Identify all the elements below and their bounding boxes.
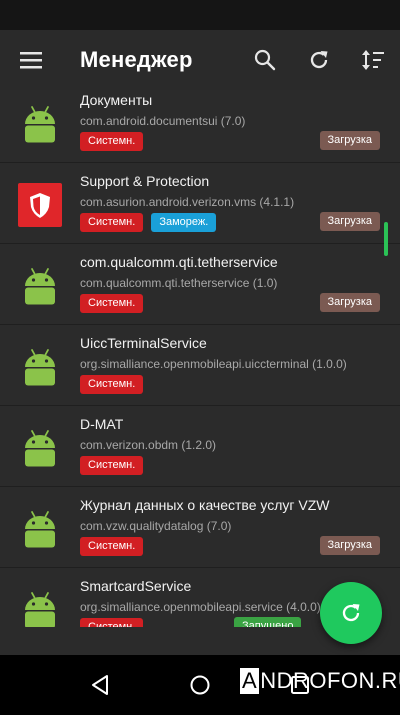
system-badge: Системн. — [80, 618, 144, 627]
list-item[interactable]: Support & Protection com.asurion.android… — [0, 163, 400, 244]
app-package: com.vzw.qualitydatalog (7.0) — [80, 519, 232, 533]
list-item[interactable]: UiccTerminalService org.simalliance.open… — [0, 325, 400, 406]
app-name: SmartcardService — [80, 578, 192, 594]
load-badge: Загрузка — [319, 131, 380, 150]
app-package: org.simalliance.openmobileapi.service (4… — [80, 600, 321, 614]
system-badge: Системн. — [80, 375, 144, 394]
home-icon — [190, 675, 210, 695]
app-name: com.qualcomm.qti.tetherservice — [80, 254, 278, 270]
refresh-fab[interactable] — [320, 582, 382, 644]
frozen-badge: Замореж. — [151, 213, 217, 232]
app-package: org.simalliance.openmobileapi.uicctermin… — [80, 357, 347, 371]
list-item[interactable]: Документы com.android.documentsui (7.0) … — [0, 90, 400, 163]
android-icon — [25, 430, 55, 467]
sort-icon — [362, 50, 384, 70]
list-item[interactable]: Журнал данных о качестве услуг VZW com.v… — [0, 487, 400, 568]
system-badge: Системн. — [80, 456, 144, 475]
home-button[interactable] — [180, 665, 220, 705]
android-icon — [25, 511, 55, 548]
running-badge: Запущено — [234, 617, 302, 627]
list-item[interactable]: com.qualcomm.qti.tetherservice com.qualc… — [0, 244, 400, 325]
menu-button[interactable] — [0, 30, 62, 90]
app-list: Документы com.android.documentsui (7.0) … — [0, 90, 400, 627]
load-badge: Загрузка — [319, 536, 380, 555]
system-badge: Системн. — [80, 213, 144, 232]
app-name: Support & Protection — [80, 173, 210, 189]
load-badge: Загрузка — [319, 293, 380, 312]
back-icon — [92, 675, 108, 695]
app-toolbar: Менеджер — [0, 30, 400, 90]
android-icon — [25, 349, 55, 386]
app-package: com.asurion.android.verizon.vms (4.1.1) — [80, 195, 295, 209]
system-badge: Системн. — [80, 537, 144, 556]
search-icon — [254, 49, 276, 71]
search-button[interactable] — [238, 30, 292, 90]
shield-icon — [18, 183, 62, 227]
android-icon — [25, 592, 55, 627]
status-bar — [0, 0, 400, 30]
app-package: com.verizon.obdm (1.2.0) — [80, 438, 217, 452]
scrollbar[interactable] — [384, 222, 388, 256]
app-name: Документы — [80, 92, 153, 108]
watermark-text: NDROFON.RU — [260, 668, 400, 693]
system-badge: Системн. — [80, 294, 144, 313]
app-name: Журнал данных о качестве услуг VZW — [80, 497, 330, 513]
app-name: D-MAT — [80, 416, 124, 432]
refresh-icon — [310, 51, 328, 69]
app-name: UiccTerminalService — [80, 335, 207, 351]
watermark-boxed-letter: A — [240, 668, 260, 694]
android-icon — [25, 106, 55, 143]
android-icon — [25, 268, 55, 305]
list-item[interactable]: D-MAT com.verizon.obdm (1.2.0) Системн. — [0, 406, 400, 487]
load-badge: Загрузка — [319, 212, 380, 231]
back-button[interactable] — [80, 665, 120, 705]
watermark: A NDROFON.RU — [240, 668, 400, 694]
refresh-button[interactable] — [292, 30, 346, 90]
hamburger-icon — [20, 52, 42, 69]
page-title: Менеджер — [80, 47, 193, 72]
refresh-icon — [342, 604, 360, 622]
system-badge: Системн. — [80, 132, 144, 151]
sort-button[interactable] — [346, 30, 400, 90]
app-package: com.qualcomm.qti.tetherservice (1.0) — [80, 276, 278, 290]
app-package: com.android.documentsui (7.0) — [80, 114, 246, 128]
